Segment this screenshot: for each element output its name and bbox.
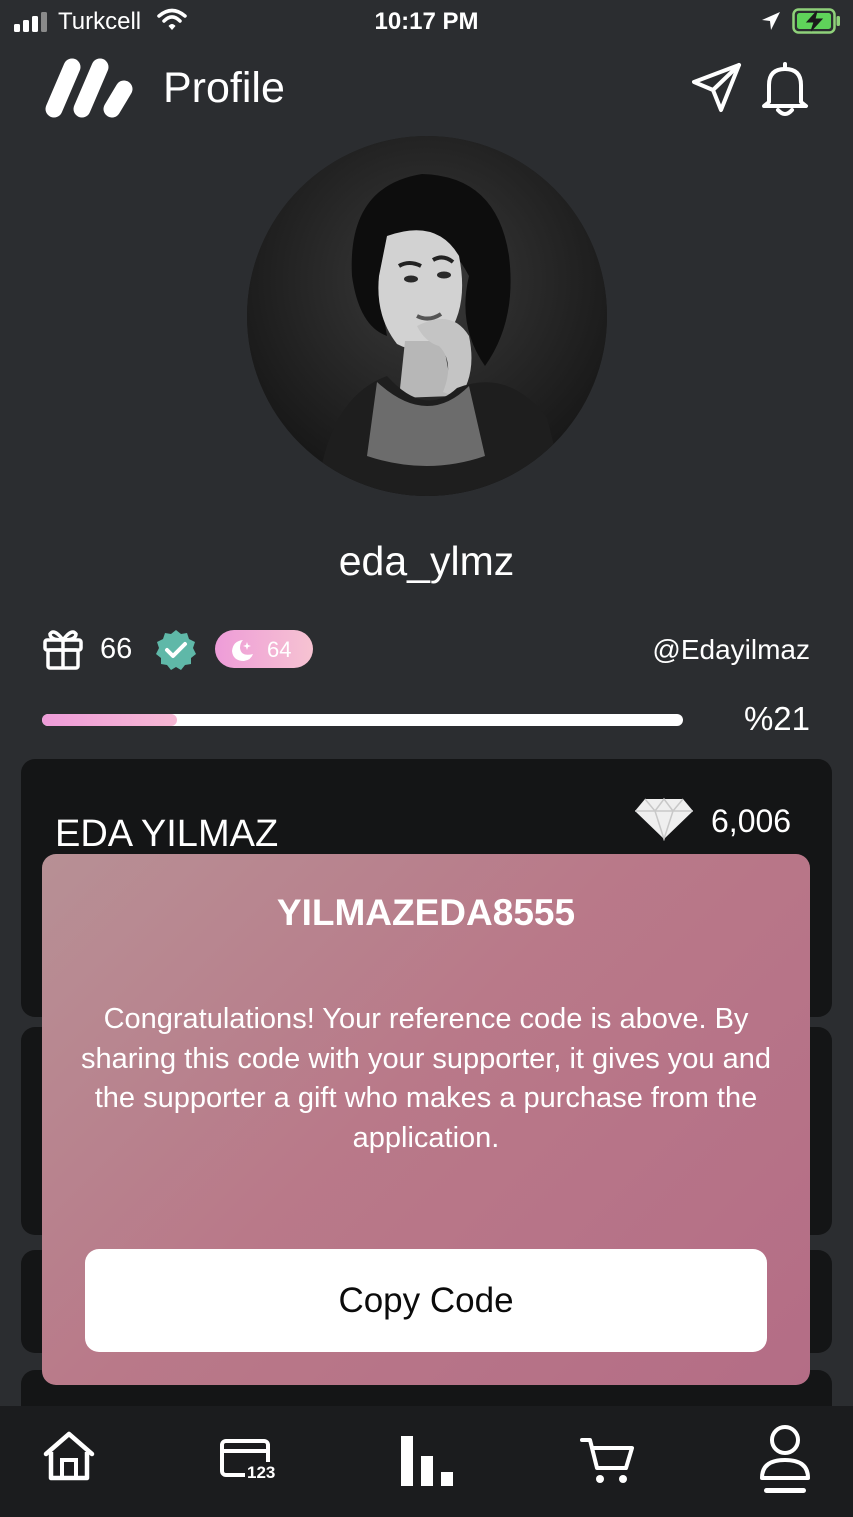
- profile-stats: 66 64 @Edayilmaz: [42, 626, 810, 672]
- battery-charging-icon: [792, 8, 840, 34]
- copy-code-button[interactable]: Copy Code: [85, 1249, 767, 1352]
- level-progress-label: %21: [743, 700, 810, 737]
- card-icon[interactable]: 123: [219, 1438, 275, 1482]
- diamond-icon: [635, 797, 693, 841]
- reference-message: Congratulations! Your reference code is …: [81, 1003, 771, 1154]
- send-icon[interactable]: [689, 60, 745, 116]
- reference-code-modal: YILMAZEDA8555 Congratulations! Your refe…: [42, 854, 810, 1385]
- moon-star-icon: [232, 640, 253, 661]
- moon-count: 64: [267, 637, 292, 662]
- cart-icon[interactable]: [580, 1436, 634, 1484]
- profile-icon[interactable]: [758, 1422, 812, 1498]
- gift-count: 66: [100, 633, 133, 665]
- status-bar: Turkcell 10:17 PM: [0, 0, 853, 44]
- moon-badge[interactable]: 64: [215, 630, 313, 668]
- tab-bar: 123: [0, 1406, 853, 1517]
- home-icon[interactable]: [42, 1430, 96, 1482]
- level-progress-fill: [42, 714, 177, 726]
- level-progress-bar: [42, 714, 683, 726]
- profile-photo: [247, 136, 607, 496]
- username: eda_ylmz: [338, 538, 515, 584]
- diamond-count: 6,006: [711, 803, 792, 839]
- reference-code: YILMAZEDA8555: [276, 892, 576, 933]
- verified-badge-icon: [156, 630, 196, 670]
- card-name: EDA YILMAZ: [55, 813, 279, 855]
- bell-icon[interactable]: [758, 60, 812, 118]
- stats-icon[interactable]: [401, 1436, 453, 1486]
- card-icon-text: 123: [247, 1463, 275, 1482]
- app-logo: [45, 58, 133, 118]
- gift-icon[interactable]: [42, 626, 84, 670]
- avatar[interactable]: [247, 136, 607, 496]
- page-title: Profile: [163, 64, 285, 112]
- user-handle: @Edayilmaz: [652, 634, 810, 665]
- clock: 10:17 PM: [374, 8, 479, 35]
- screen: Turkcell 10:17 PM Profile eda_ylmz 66 64…: [0, 0, 853, 1517]
- location-arrow-icon: [762, 12, 780, 30]
